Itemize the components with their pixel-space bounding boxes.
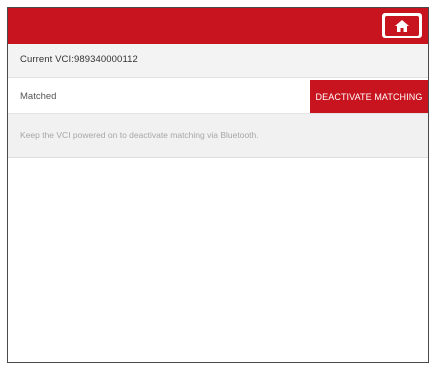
home-button[interactable] [382, 13, 422, 38]
home-button-inner [385, 15, 419, 36]
hint-row: Keep the VCI powered on to deactivate ma… [8, 114, 428, 158]
top-bar [8, 8, 428, 44]
app-screen: Current VCI:989340000112 Matched DEACTIV… [7, 7, 429, 363]
match-status-text: Matched [20, 91, 57, 102]
match-status-row: Matched DEACTIVATE MATCHING [8, 78, 428, 114]
current-vci-label: Current VCI:989340000112 [20, 54, 138, 65]
home-icon [395, 19, 409, 32]
deactivate-matching-button[interactable]: DEACTIVATE MATCHING [310, 80, 428, 113]
current-vci-panel: Current VCI:989340000112 [8, 44, 428, 78]
hint-text: Keep the VCI powered on to deactivate ma… [20, 130, 259, 140]
